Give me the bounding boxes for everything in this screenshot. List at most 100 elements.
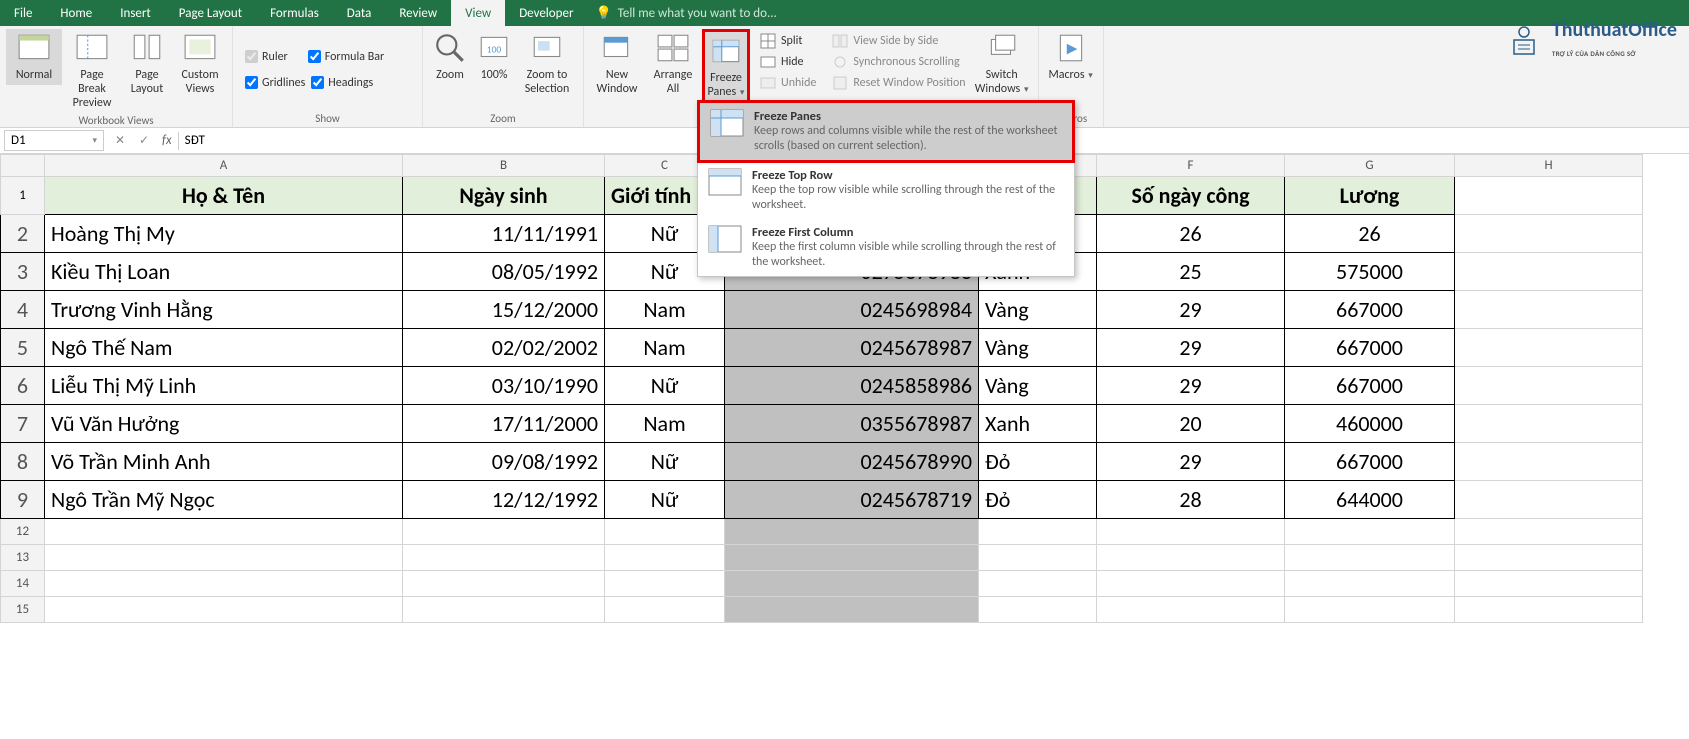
- cell[interactable]: Hoàng Thị My: [45, 215, 403, 253]
- colhdr-f[interactable]: F: [1097, 155, 1285, 177]
- cell[interactable]: 667000: [1285, 443, 1455, 481]
- cell[interactable]: Kiều Thị Loan: [45, 253, 403, 291]
- zoom-button[interactable]: Zoom: [429, 29, 471, 85]
- cell[interactable]: Ngô Thế Nam: [45, 329, 403, 367]
- cell[interactable]: [1285, 571, 1455, 597]
- cell[interactable]: 26: [1285, 215, 1455, 253]
- cell[interactable]: [1455, 519, 1643, 545]
- selectall-corner[interactable]: [1, 155, 45, 177]
- cell[interactable]: [403, 545, 605, 571]
- name-box[interactable]: D1: [4, 130, 104, 151]
- cell[interactable]: [45, 571, 403, 597]
- rowhdr[interactable]: 14: [1, 571, 45, 597]
- zoom100-button[interactable]: 100 100%: [473, 29, 515, 85]
- cell[interactable]: Liễu Thị Mỹ Linh: [45, 367, 403, 405]
- cell[interactable]: [1455, 367, 1643, 405]
- tab-data[interactable]: Data: [333, 0, 386, 26]
- colhdr-a[interactable]: A: [45, 155, 403, 177]
- colhdr-b[interactable]: B: [403, 155, 605, 177]
- rowhdr-1[interactable]: 1: [1, 177, 45, 215]
- cell[interactable]: [1097, 545, 1285, 571]
- ruler-checkbox[interactable]: Ruler: [245, 47, 288, 67]
- cell[interactable]: Xanh: [979, 405, 1097, 443]
- cell[interactable]: 28: [1097, 481, 1285, 519]
- cell[interactable]: [605, 571, 725, 597]
- cell[interactable]: [725, 597, 979, 623]
- zoomsel-button[interactable]: Zoom to Selection: [517, 29, 577, 99]
- cell[interactable]: 0245678990: [725, 443, 979, 481]
- pagebreak-button[interactable]: Page Break Preview: [64, 29, 120, 112]
- newwindow-button[interactable]: New Window: [590, 29, 644, 99]
- cell[interactable]: [403, 571, 605, 597]
- rowhdr[interactable]: 15: [1, 597, 45, 623]
- cell[interactable]: [1455, 405, 1643, 443]
- cell[interactable]: 08/05/1992: [403, 253, 605, 291]
- cell[interactable]: Nam: [605, 405, 725, 443]
- cell[interactable]: 03/10/1990: [403, 367, 605, 405]
- cell[interactable]: 09/08/1992: [403, 443, 605, 481]
- hdr-f[interactable]: Số ngày công: [1097, 177, 1285, 215]
- cell[interactable]: [45, 519, 403, 545]
- pagelayout-button[interactable]: Page Layout: [122, 29, 172, 99]
- hdr-g[interactable]: Lương: [1285, 177, 1455, 215]
- rowhdr[interactable]: 13: [1, 545, 45, 571]
- cell[interactable]: Vàng: [979, 291, 1097, 329]
- cell[interactable]: 0245678987: [725, 329, 979, 367]
- cell[interactable]: 29: [1097, 329, 1285, 367]
- customviews-button[interactable]: Custom Views: [174, 29, 226, 99]
- hdr-h[interactable]: [1455, 177, 1643, 215]
- cell[interactable]: [1285, 597, 1455, 623]
- macros-button[interactable]: Macros: [1045, 29, 1097, 85]
- cell[interactable]: Đỏ: [979, 481, 1097, 519]
- cell[interactable]: [1455, 253, 1643, 291]
- hdr-a[interactable]: Họ & Tên: [45, 177, 403, 215]
- cell[interactable]: [403, 597, 605, 623]
- cell[interactable]: 644000: [1285, 481, 1455, 519]
- cell[interactable]: Nam: [605, 291, 725, 329]
- colhdr-g[interactable]: G: [1285, 155, 1455, 177]
- rowhdr[interactable]: 7: [1, 405, 45, 443]
- cell[interactable]: [725, 519, 979, 545]
- rowhdr[interactable]: 4: [1, 291, 45, 329]
- rowhdr[interactable]: 2: [1, 215, 45, 253]
- cell[interactable]: 0245858986: [725, 367, 979, 405]
- freezepanes-button[interactable]: Freeze Panes: [702, 29, 750, 102]
- headings-checkbox[interactable]: Headings: [311, 73, 373, 93]
- cell[interactable]: [1455, 329, 1643, 367]
- cell[interactable]: 29: [1097, 367, 1285, 405]
- cell[interactable]: [1097, 519, 1285, 545]
- cell[interactable]: 0245698984: [725, 291, 979, 329]
- cell[interactable]: Nữ: [605, 443, 725, 481]
- cell[interactable]: [1455, 443, 1643, 481]
- cell[interactable]: 29: [1097, 443, 1285, 481]
- tab-home[interactable]: Home: [46, 0, 106, 26]
- cell[interactable]: [605, 519, 725, 545]
- cell[interactable]: 460000: [1285, 405, 1455, 443]
- cell[interactable]: [725, 545, 979, 571]
- cell[interactable]: Vàng: [979, 367, 1097, 405]
- cell[interactable]: 11/11/1991: [403, 215, 605, 253]
- tellme[interactable]: 💡 Tell me what you want to do...: [587, 6, 776, 21]
- cell[interactable]: Nữ: [605, 481, 725, 519]
- cell[interactable]: 20: [1097, 405, 1285, 443]
- cell[interactable]: [403, 519, 605, 545]
- cell[interactable]: 17/11/2000: [403, 405, 605, 443]
- cell[interactable]: [1455, 215, 1643, 253]
- gridlines-checkbox[interactable]: Gridlines: [245, 73, 305, 93]
- tab-file[interactable]: File: [0, 0, 46, 26]
- tab-view[interactable]: View: [451, 0, 505, 26]
- hdr-b[interactable]: Ngày sinh: [403, 177, 605, 215]
- rowhdr[interactable]: 6: [1, 367, 45, 405]
- formulabar-checkbox[interactable]: Formula Bar: [308, 47, 384, 67]
- cell[interactable]: 575000: [1285, 253, 1455, 291]
- cell[interactable]: [605, 545, 725, 571]
- cell[interactable]: [1285, 545, 1455, 571]
- cell[interactable]: [979, 571, 1097, 597]
- switchwindows-button[interactable]: Switch Windows: [972, 29, 1032, 99]
- rowhdr[interactable]: 12: [1, 519, 45, 545]
- menu-freeze-panes[interactable]: Freeze Panes Keep rows and columns visib…: [697, 100, 1075, 163]
- cell[interactable]: 667000: [1285, 367, 1455, 405]
- tab-formulas[interactable]: Formulas: [256, 0, 333, 26]
- cell[interactable]: Võ Trần Minh Anh: [45, 443, 403, 481]
- cell[interactable]: [1097, 597, 1285, 623]
